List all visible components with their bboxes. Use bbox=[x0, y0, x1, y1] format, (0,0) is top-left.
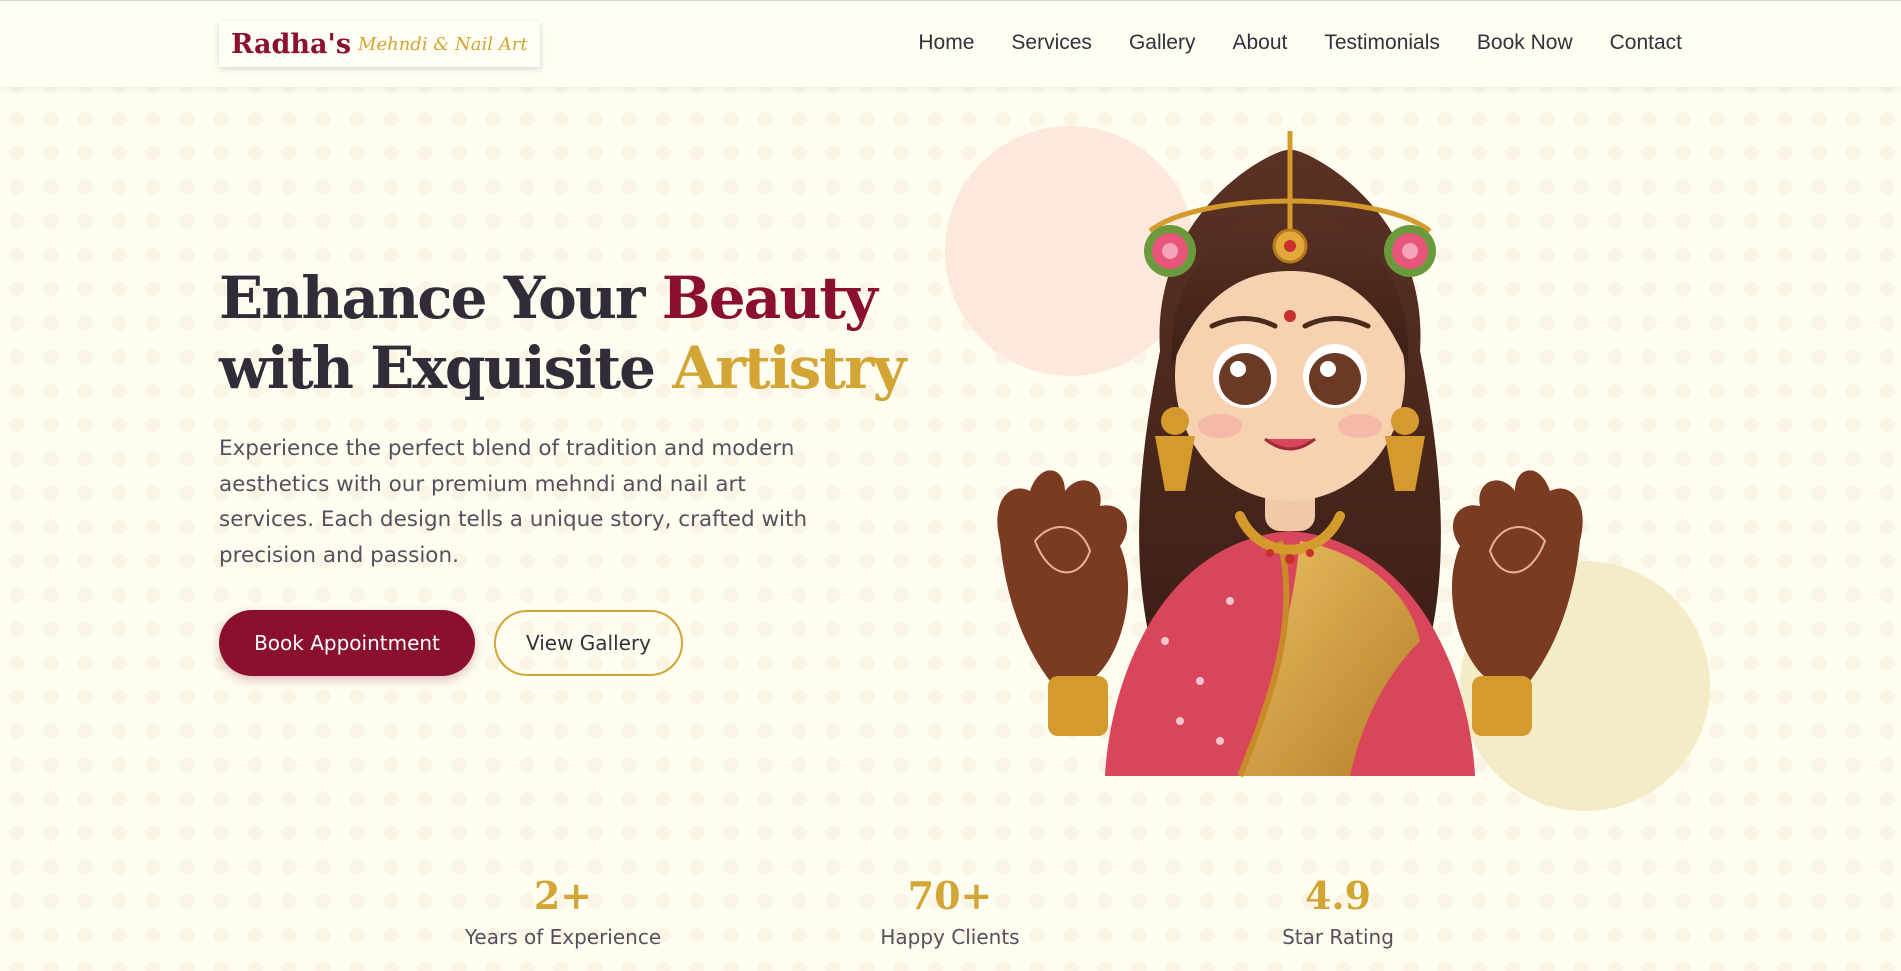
stat-clients: 70+ Happy Clients bbox=[800, 871, 1100, 949]
stat-rating-label: Star Rating bbox=[1282, 925, 1394, 949]
main-nav: Home Services Gallery About Testimonials… bbox=[918, 31, 1682, 55]
brand-logo[interactable]: Radha's Mehndi & Nail Art bbox=[219, 21, 540, 67]
nav-home[interactable]: Home bbox=[918, 31, 974, 55]
brand-name: Radha's bbox=[231, 28, 352, 60]
hair-flower-left bbox=[1144, 225, 1196, 277]
cheek-right bbox=[1338, 414, 1382, 438]
headline-part-1: Enhance Your bbox=[219, 264, 662, 332]
view-gallery-button[interactable]: View Gallery bbox=[494, 610, 683, 676]
nav-about[interactable]: About bbox=[1232, 31, 1287, 55]
stat-experience-value: 2+ bbox=[533, 873, 593, 918]
book-appointment-button[interactable]: Book Appointment bbox=[219, 610, 475, 676]
stat-rating: 4.9 Star Rating bbox=[1188, 871, 1488, 949]
mehndi-hand-left bbox=[997, 470, 1129, 736]
stat-clients-label: Happy Clients bbox=[880, 925, 1020, 949]
cheek-left bbox=[1198, 414, 1242, 438]
bride-illustration bbox=[945, 126, 1710, 811]
nav-services[interactable]: Services bbox=[1011, 31, 1092, 55]
bindi bbox=[1284, 310, 1296, 322]
headline-accent-beauty: Beauty bbox=[661, 264, 878, 332]
stat-rating-value: 4.9 bbox=[1304, 873, 1372, 918]
nav-contact[interactable]: Contact bbox=[1610, 31, 1682, 55]
hero-description: Experience the perfect blend of traditio… bbox=[219, 436, 808, 568]
hair-flower-right bbox=[1384, 225, 1436, 277]
nav-gallery[interactable]: Gallery bbox=[1129, 31, 1196, 55]
tikka-gem bbox=[1284, 240, 1296, 252]
hero-headline: Enhance Your Beauty with Exquisite Artist… bbox=[219, 263, 906, 403]
nav-book-now[interactable]: Book Now bbox=[1477, 31, 1573, 55]
stat-experience-label: Years of Experience bbox=[464, 925, 662, 949]
headline-part-2: with Exquisite bbox=[219, 334, 673, 402]
hero-illustration bbox=[940, 121, 1720, 821]
headline-accent-artistry: Artistry bbox=[672, 334, 906, 402]
stat-experience: 2+ Years of Experience bbox=[413, 871, 713, 949]
site-header: Radha's Mehndi & Nail Art Home Services … bbox=[0, 1, 1901, 87]
stat-clients-value: 70+ bbox=[907, 873, 993, 918]
nav-testimonials[interactable]: Testimonials bbox=[1324, 31, 1440, 55]
brand-tagline: Mehndi & Nail Art bbox=[358, 33, 528, 55]
